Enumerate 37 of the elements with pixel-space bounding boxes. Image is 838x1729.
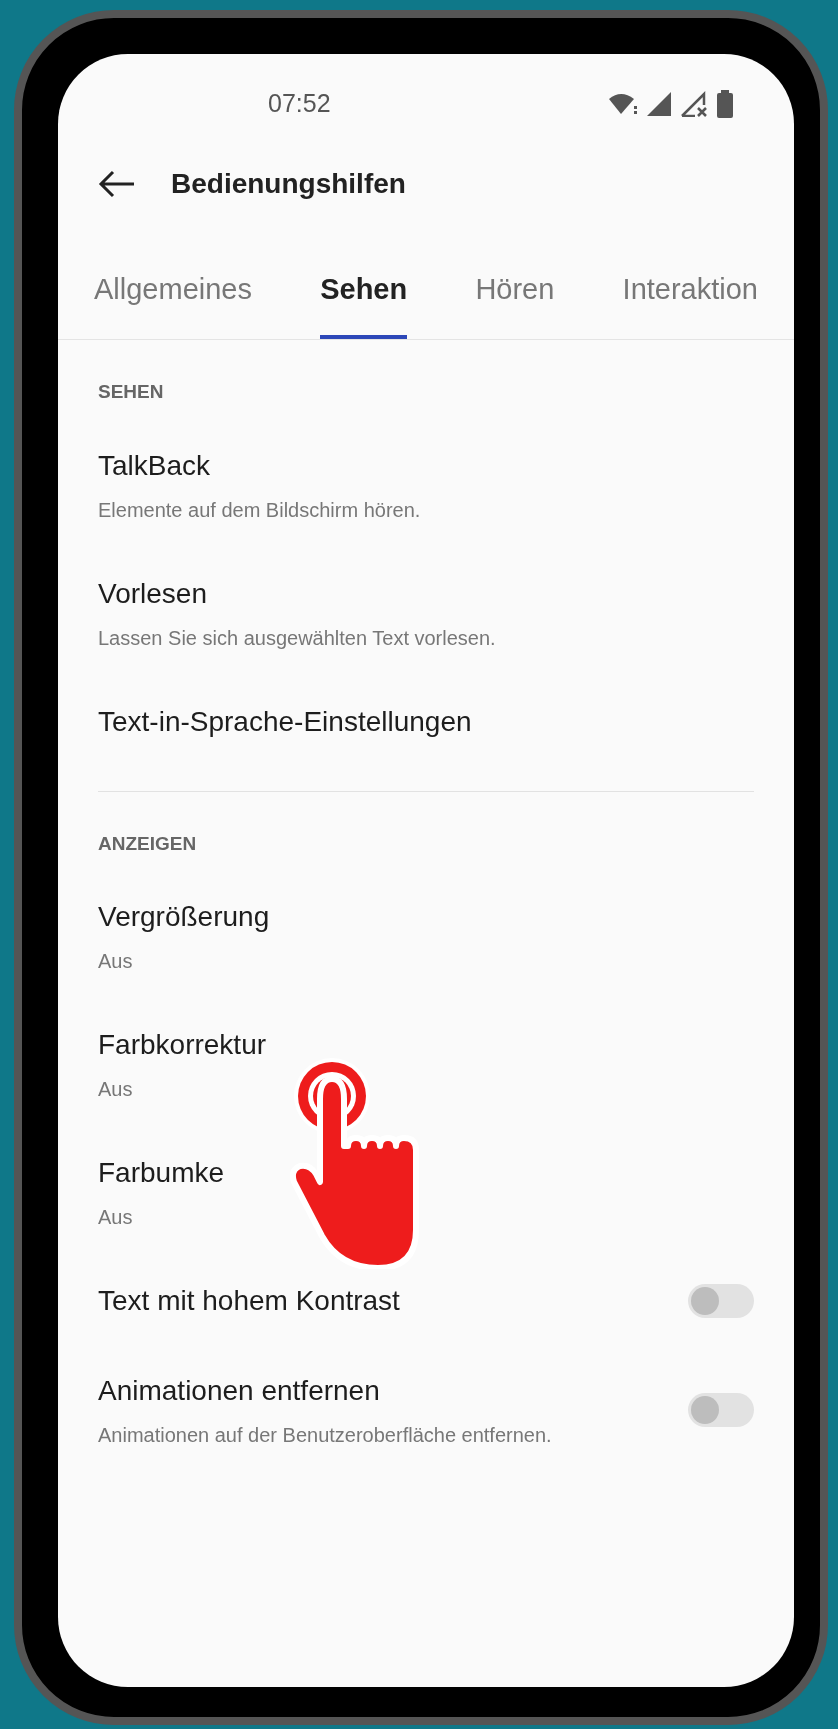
tab[interactable]: Allgemeines — [94, 249, 252, 339]
tab[interactable]: Interaktion — [622, 249, 758, 339]
setting-subtitle: Aus — [98, 949, 134, 974]
settings-row[interactable]: TalkBack Elemente auf dem Bildschirm hören. — [58, 420, 794, 549]
setting-subtitle: Aus — [98, 1077, 134, 1102]
settings-row[interactable]: Animationen entfernen Animationen auf der Benutzeroberfläche entfernen. — [58, 1346, 794, 1474]
section-heading: ANZEIGEN — [97, 831, 198, 856]
settings-row[interactable]: Farbkorrektur Aus — [58, 1000, 794, 1128]
setting-title: Text-in-Sprache-Einstellungen — [98, 704, 472, 739]
setting-title: Vergrößerung — [98, 900, 270, 934]
toggle-switch[interactable] — [688, 1284, 754, 1318]
settings-row[interactable]: Text-in-Sprache-Einstellungen — [58, 676, 794, 767]
tab[interactable]: Hören — [475, 249, 555, 339]
settings-row[interactable]: Farbumke Aus — [58, 1128, 794, 1256]
setting-title: Vorlesen — [98, 576, 208, 611]
setting-subtitle: Animationen auf der Benutzeroberfläche entfernen. — [98, 1423, 552, 1448]
setting-title: Text mit hohem Kontrast — [98, 1284, 400, 1318]
no-signal-icon — [680, 91, 708, 117]
page-title: Bedienungshilfen — [171, 167, 406, 201]
setting-title: Farbumke — [98, 1156, 225, 1190]
toggle-switch[interactable] — [688, 1393, 754, 1427]
section-heading: SEHEN — [97, 380, 165, 404]
battery-icon — [716, 90, 734, 118]
tab[interactable]: Sehen — [320, 249, 408, 339]
settings-row[interactable]: Vorlesen Lassen Sie sich ausgewählten Text vorlesen. — [58, 548, 794, 677]
status-time: 07:52 — [268, 88, 331, 120]
wifi-icon — [608, 92, 638, 116]
setting-title: Animationen entfernen — [98, 1374, 381, 1408]
settings-row[interactable]: Vergrößerung Aus — [58, 872, 794, 1000]
setting-subtitle: Aus — [98, 1205, 134, 1230]
back-button[interactable] — [98, 170, 136, 198]
signal-icon — [646, 91, 672, 117]
setting-subtitle: Elemente auf dem Bildschirm hören. — [98, 497, 421, 523]
setting-subtitle: Lassen Sie sich ausgewählten Text vorlesen. — [98, 625, 496, 651]
setting-title: Farbkorrektur — [98, 1028, 267, 1062]
settings-row[interactable]: Text mit hohem Kontrast — [58, 1256, 794, 1346]
setting-title: TalkBack — [98, 448, 212, 483]
